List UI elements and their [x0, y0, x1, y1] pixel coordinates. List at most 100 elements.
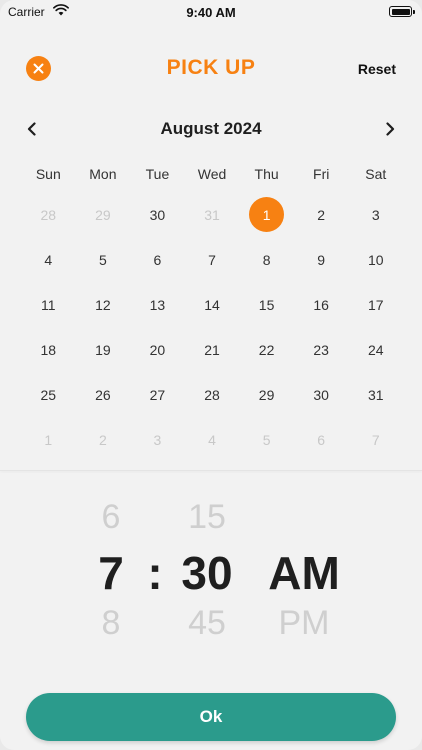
- calendar-day[interactable]: 22: [239, 332, 294, 368]
- calendar-day[interactable]: 31: [348, 377, 403, 413]
- calendar-day[interactable]: 28: [185, 377, 240, 413]
- calendar-day[interactable]: 8: [239, 242, 294, 278]
- calendar-day[interactable]: 15: [239, 287, 294, 323]
- calendar-day-number: 31: [204, 206, 220, 223]
- calendar-day[interactable]: 29: [76, 197, 131, 233]
- calendar-week-row: 28 29 30 31 1 2 3: [21, 192, 403, 237]
- weekday-label: Wed: [197, 166, 227, 182]
- calendar-day[interactable]: 7: [185, 242, 240, 278]
- calendar-day[interactable]: 3: [130, 422, 185, 458]
- calendar-day-number: 3: [153, 431, 162, 448]
- calendar-day-number: 5: [262, 431, 271, 448]
- hour-selected[interactable]: 7: [84, 546, 138, 600]
- calendar-day[interactable]: 11: [21, 287, 76, 323]
- weekday-label: Sun: [35, 166, 61, 182]
- calendar-week-row: 11 12 13 14 15 16 17: [21, 282, 403, 327]
- calendar-day-number: 29: [258, 386, 275, 403]
- calendar-day[interactable]: 5: [239, 422, 294, 458]
- calendar-day-number: 11: [41, 296, 56, 313]
- calendar-day[interactable]: 26: [76, 377, 131, 413]
- calendar-day[interactable]: 1: [21, 422, 76, 458]
- calendar-day[interactable]: 30: [130, 197, 185, 233]
- calendar-week-row: 4 5 6 7 8 9 10: [21, 237, 403, 282]
- calendar-day[interactable]: 14: [185, 287, 240, 323]
- calendar-day-number: 27: [149, 386, 166, 403]
- calendar-day-number: 1: [249, 197, 285, 232]
- calendar-day-number: 6: [153, 251, 162, 268]
- hour-option-prev[interactable]: 6: [86, 498, 136, 537]
- period-option-next[interactable]: PM: [262, 604, 346, 643]
- calendar-day[interactable]: 28: [21, 197, 76, 233]
- calendar-day-number: 26: [95, 386, 111, 403]
- weekday-label: Thu: [254, 166, 279, 182]
- calendar-day-number: 4: [44, 251, 53, 268]
- calendar-day[interactable]: 10: [348, 242, 403, 278]
- calendar-day[interactable]: 31: [185, 197, 240, 233]
- calendar-day-number: 7: [371, 431, 380, 448]
- calendar-day[interactable]: 16: [294, 287, 349, 323]
- calendar-day[interactable]: 7: [348, 422, 403, 458]
- calendar-day-number: 15: [258, 296, 275, 313]
- calendar-day[interactable]: 2: [76, 422, 131, 458]
- calendar-day-number: 5: [98, 251, 107, 268]
- calendar-day[interactable]: 6: [294, 422, 349, 458]
- calendar-week-row: 25 26 27 28 29 30 31: [21, 372, 403, 417]
- calendar-day[interactable]: 4: [185, 422, 240, 458]
- calendar-day-number: 30: [149, 206, 166, 223]
- calendar-day-number: 7: [208, 251, 216, 268]
- calendar-day-number: 1: [44, 431, 53, 448]
- calendar-day[interactable]: 29: [239, 377, 294, 413]
- calendar-day-selected[interactable]: 1: [239, 197, 294, 233]
- calendar-day[interactable]: 6: [130, 242, 185, 278]
- calendar-day-number: 28: [204, 386, 220, 403]
- calendar-day[interactable]: 17: [348, 287, 403, 323]
- calendar-day-number: 21: [204, 341, 220, 358]
- calendar-day-number: 4: [208, 431, 216, 448]
- calendar-day[interactable]: 18: [21, 332, 76, 368]
- calendar-day-number: 29: [95, 206, 111, 223]
- calendar-week-row: 1 2 3 4 5 6 7: [21, 417, 403, 462]
- calendar-day-number: 3: [371, 206, 380, 223]
- calendar-day[interactable]: 20: [130, 332, 185, 368]
- hour-option-next[interactable]: 8: [86, 604, 136, 643]
- calendar-day[interactable]: 9: [294, 242, 349, 278]
- calendar-day[interactable]: 23: [294, 332, 349, 368]
- calendar-day-number: 31: [367, 386, 384, 403]
- minute-option-next[interactable]: 45: [172, 604, 242, 643]
- calendar-day-number: 8: [262, 251, 271, 268]
- month-title: August 2024: [160, 119, 262, 138]
- calendar-day[interactable]: 2: [294, 197, 349, 233]
- calendar-day[interactable]: 21: [185, 332, 240, 368]
- calendar-day-number: 19: [95, 341, 111, 358]
- minute-selected[interactable]: 30: [170, 546, 244, 600]
- period-selected[interactable]: AM: [258, 546, 350, 600]
- weekday-label: Fri: [313, 166, 330, 182]
- calendar-day[interactable]: 12: [76, 287, 131, 323]
- calendar-week-row: 18 19 20 21 22 23 24: [21, 327, 403, 372]
- status-bar: Carrier 9:40 AM: [0, 0, 422, 26]
- status-time: 9:40 AM: [186, 5, 236, 20]
- calendar-day-number: 10: [367, 251, 384, 268]
- battery-icon: [389, 6, 415, 17]
- calendar-day[interactable]: 5: [76, 242, 131, 278]
- calendar-day-number: 6: [317, 431, 326, 448]
- calendar-day[interactable]: 13: [130, 287, 185, 323]
- chevron-right-icon[interactable]: [382, 121, 398, 137]
- calendar-day[interactable]: 4: [21, 242, 76, 278]
- calendar-day[interactable]: 25: [21, 377, 76, 413]
- calendar-day-number: 14: [204, 296, 220, 313]
- calendar-day-number: 20: [149, 341, 166, 358]
- calendar-day[interactable]: 27: [130, 377, 185, 413]
- calendar-day-number: 24: [367, 341, 384, 358]
- reset-button[interactable]: Reset: [358, 61, 396, 77]
- calendar-day-number: 25: [40, 386, 57, 403]
- weekday-header: Sun Mon Tue Wed Thu Fri Sat: [21, 166, 403, 182]
- calendar-day-number: 16: [313, 296, 329, 313]
- calendar-day[interactable]: 19: [76, 332, 131, 368]
- ok-button[interactable]: Ok: [26, 693, 396, 741]
- minute-option-prev[interactable]: 15: [172, 498, 242, 537]
- calendar-day[interactable]: 24: [348, 332, 403, 368]
- calendar-day[interactable]: 30: [294, 377, 349, 413]
- calendar-day-number: 18: [40, 341, 57, 358]
- calendar-day[interactable]: 3: [348, 197, 403, 233]
